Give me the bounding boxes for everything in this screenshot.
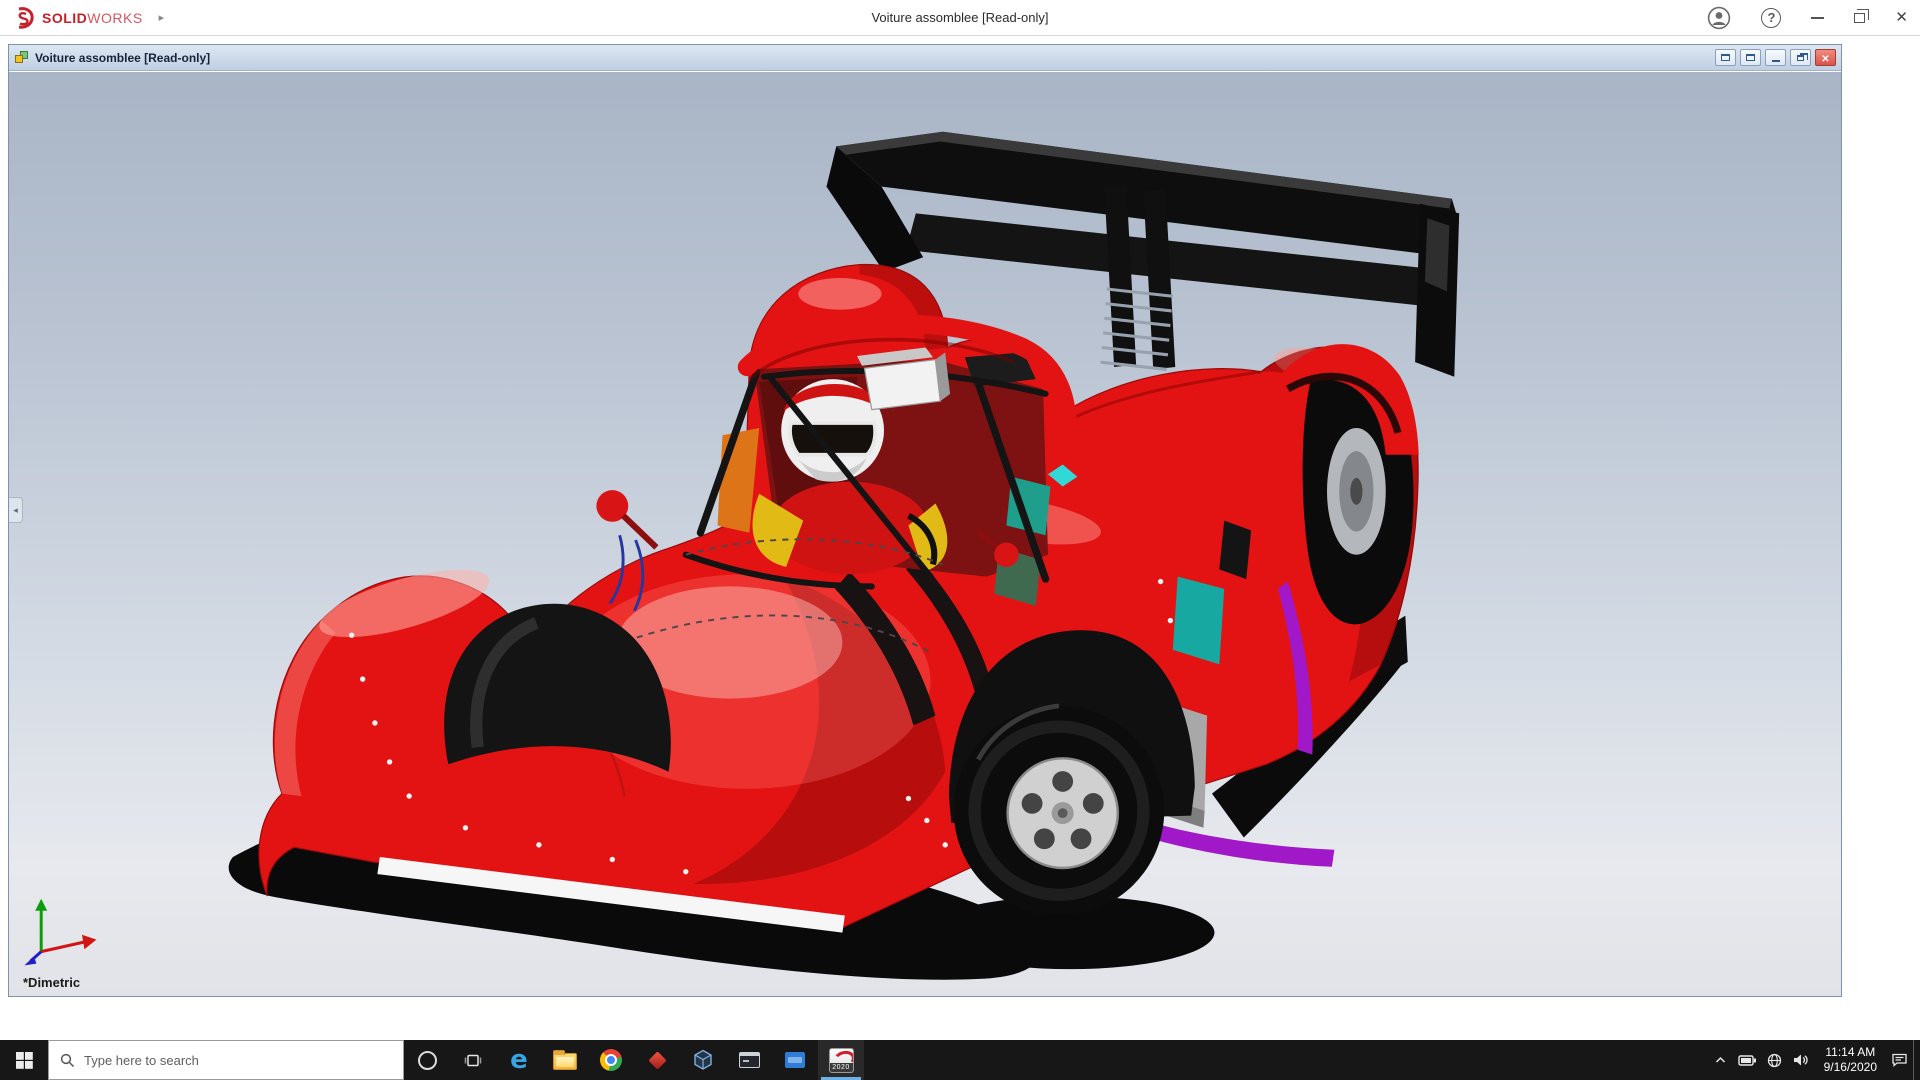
action-center-icon	[1891, 1052, 1908, 1068]
speaker-icon	[1793, 1053, 1810, 1067]
terminal-window-icon	[739, 1052, 760, 1068]
right-mirror	[994, 543, 1018, 567]
task-view-button[interactable]	[450, 1040, 496, 1080]
dassault-logo-icon	[12, 6, 36, 30]
cube-app-icon	[693, 1049, 713, 1071]
helmet-visor	[790, 423, 875, 455]
3d-viewport[interactable]: ◂ *Dimetric	[9, 72, 1841, 996]
blue-app-button[interactable]	[772, 1040, 818, 1080]
doc-tile-button[interactable]	[1740, 49, 1761, 66]
taskbar-search-input[interactable]: Type here to search	[48, 1040, 404, 1080]
side-intake-slot	[1219, 521, 1251, 580]
cube-app-button[interactable]	[680, 1040, 726, 1080]
cortana-icon	[418, 1051, 437, 1070]
folder-icon	[553, 1053, 577, 1070]
restore-glyph-icon	[1797, 55, 1804, 61]
solidworks-year-badge: 2020	[830, 1063, 853, 1072]
cortana-button[interactable]	[404, 1040, 450, 1080]
side-window-teal	[1173, 577, 1224, 665]
app-close-button[interactable]	[1895, 9, 1908, 27]
edge-browser-button[interactable]	[496, 1040, 542, 1080]
search-placeholder: Type here to search	[84, 1053, 199, 1068]
edge-icon	[510, 1047, 528, 1073]
chrome-icon	[600, 1049, 622, 1071]
system-tray: 11:14 AM 9/16/2020	[1707, 1040, 1920, 1080]
hidden-icons-button[interactable]	[1707, 1040, 1734, 1080]
red-app-icon	[648, 1051, 666, 1069]
document-window-controls	[1711, 49, 1836, 66]
brand-works: WORKS	[87, 10, 142, 26]
orientation-triad-icon	[21, 894, 107, 966]
terminal-app-button[interactable]	[726, 1040, 772, 1080]
chrome-button[interactable]	[588, 1040, 634, 1080]
app-titlebar: SOLIDWORKS Voiture assomblee [Read-only]	[0, 0, 1920, 36]
brand-wordmark: SOLIDWORKS	[42, 10, 143, 26]
mdi-workspace: Voiture assomblee [Read-only]	[0, 36, 1920, 1040]
solidworks-app-window: SOLIDWORKS Voiture assomblee [Read-only]	[0, 0, 1920, 1080]
app-restore-button[interactable]	[1854, 13, 1865, 23]
doc-restore-button[interactable]	[1790, 49, 1811, 66]
blue-app-icon	[785, 1052, 805, 1068]
doc-close-button[interactable]	[1815, 49, 1836, 66]
user-account-icon[interactable]	[1707, 6, 1731, 30]
document-titlebar[interactable]: Voiture assomblee [Read-only]	[9, 45, 1841, 71]
windows-logo-icon	[16, 1052, 33, 1069]
solidworks-taskbar-button[interactable]: 2020	[818, 1040, 864, 1080]
start-button[interactable]	[0, 1040, 48, 1080]
window-glyph-icon	[1721, 54, 1730, 61]
doc-minimize-button[interactable]	[1765, 49, 1786, 66]
view-orientation-label: *Dimetric	[23, 975, 80, 990]
document-window: Voiture assomblee [Read-only]	[8, 44, 1842, 997]
action-center-button[interactable]	[1886, 1040, 1913, 1080]
battery-icon	[1738, 1054, 1757, 1067]
solidworks-brand: SOLIDWORKS	[12, 6, 164, 30]
network-globe-icon	[1767, 1053, 1782, 1068]
help-icon[interactable]	[1761, 8, 1781, 28]
clock-time: 11:14 AM	[1824, 1045, 1877, 1060]
battery-status-button[interactable]	[1734, 1040, 1761, 1080]
assembly-document-icon	[14, 50, 29, 65]
app-title: Voiture assomblee [Read-only]	[0, 10, 1920, 25]
windows-taskbar: Type here to search 2020	[0, 1040, 1920, 1080]
app-minimize-button[interactable]	[1811, 17, 1824, 19]
file-explorer-button[interactable]	[542, 1040, 588, 1080]
chevron-up-icon	[1714, 1054, 1727, 1067]
app-window-controls	[1707, 6, 1908, 30]
show-desktop-button[interactable]	[1913, 1040, 1920, 1080]
mirror-face	[864, 360, 940, 410]
red-app-button[interactable]	[634, 1040, 680, 1080]
solidworks-app-icon: 2020	[829, 1048, 854, 1073]
clock-date: 9/16/2020	[1824, 1060, 1877, 1075]
close-x-icon	[1821, 49, 1829, 67]
network-status-button[interactable]	[1761, 1040, 1788, 1080]
taskbar-clock[interactable]: 11:14 AM 9/16/2020	[1815, 1045, 1886, 1075]
menu-expand-arrow-icon[interactable]	[159, 11, 165, 24]
doc-cascade-button[interactable]	[1715, 49, 1736, 66]
panel-collapse-arrow-icon[interactable]: ◂	[9, 497, 23, 523]
task-view-icon	[464, 1053, 482, 1068]
volume-button[interactable]	[1788, 1040, 1815, 1080]
brand-solid: SOLID	[42, 10, 87, 26]
car-assembly-model[interactable]	[9, 72, 1841, 996]
document-title: Voiture assomblee [Read-only]	[35, 51, 210, 65]
minimize-glyph-icon	[1772, 60, 1780, 62]
search-icon	[60, 1053, 75, 1068]
window-glyph-icon	[1746, 54, 1755, 61]
